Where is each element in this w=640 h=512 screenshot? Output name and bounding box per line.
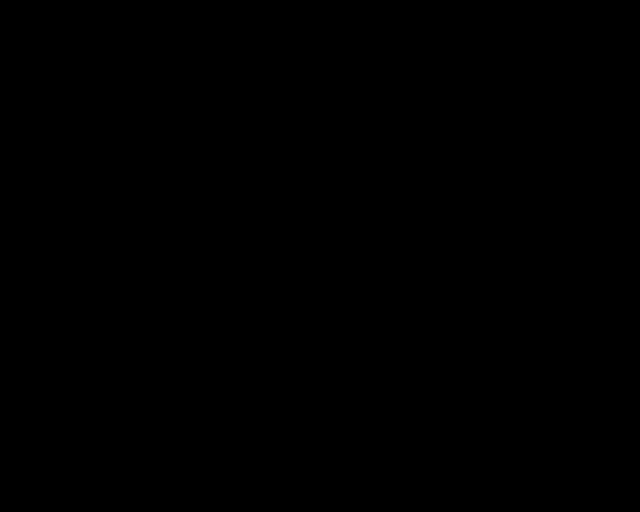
plot-canvas	[0, 0, 640, 512]
ace-rtsw-plot-page	[0, 0, 640, 512]
